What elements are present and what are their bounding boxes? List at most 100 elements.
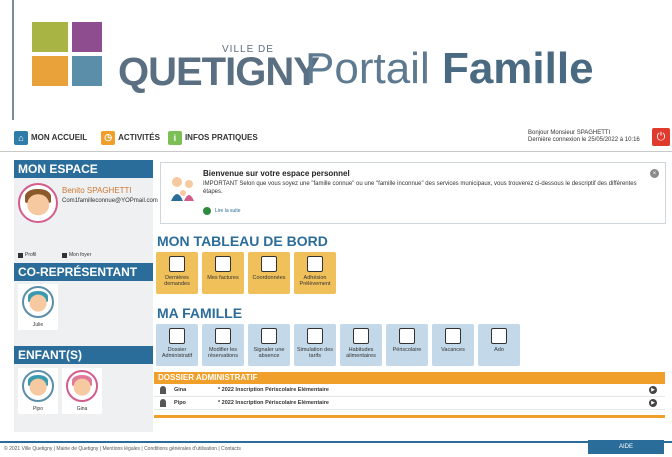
ball-icon <box>491 328 507 344</box>
tile-label: Simulation des tarifs <box>296 347 334 359</box>
euro-document-icon <box>307 256 323 272</box>
tile-dossier-administratif[interactable]: Dossier Administratif <box>156 324 198 366</box>
dossier-administratif-panel: DOSSIER ADMINISTRATIF Gina * 2022 Inscri… <box>154 372 665 418</box>
greeting-text: Bonjour Monsieur SPAGHETTI <box>528 130 611 136</box>
power-icon: ⏻ <box>656 130 666 143</box>
table-row[interactable]: Gina * 2022 Inscription Périscolaire Elé… <box>154 384 665 397</box>
fork-knife-icon <box>353 328 369 344</box>
tile-periscolaire[interactable]: Périscolaire <box>386 324 428 366</box>
welcome-panel: Bienvenue sur votre espace personnel IMP… <box>160 162 666 224</box>
read-more-link[interactable]: Lire la suite <box>203 207 241 215</box>
last-login-text: Dernière connexion le 25/05/2022 à 10:16 <box>528 137 640 143</box>
footer-links[interactable]: © 2021 Ville Quetigny | Mairie de Quetig… <box>4 446 241 452</box>
dossier-title: DOSSIER ADMINISTRATIF <box>154 372 665 384</box>
child-avatar <box>22 370 54 402</box>
nav-mon-accueil[interactable]: ⌂ MON ACCUEIL <box>14 130 88 145</box>
foyer-link[interactable]: Mon foyer <box>62 252 91 258</box>
tile-label: Mes factures <box>207 275 239 281</box>
euro-icon <box>215 256 231 272</box>
page: VILLE DE QUETIGNY Portail Famille ⌂ MON … <box>0 0 672 457</box>
co-representant-heading: CO-REPRÉSENTANT <box>14 263 153 281</box>
tile-habitudes-alimentaires[interactable]: Habitudes alimentaires <box>340 324 382 366</box>
tile-label: Habitudes alimentaires <box>346 347 376 359</box>
profil-label: Profil <box>25 252 37 258</box>
tile-coordonnees[interactable]: Coordonnées <box>248 252 290 294</box>
child-card-gina[interactable]: Gina <box>62 368 102 414</box>
tile-label: Coordonnées <box>252 275 286 281</box>
folder-icon <box>169 328 185 344</box>
tile-label: Dossier Administratif <box>161 347 193 359</box>
tile-label: Adhésion Prélèvement <box>299 275 331 287</box>
logo-city-name: QUETIGNY <box>118 50 320 94</box>
clock-icon: ◷ <box>101 130 116 145</box>
tile-label: Dernières demandes <box>164 275 190 287</box>
tile-modifier-reservations[interactable]: Modifier les réservations <box>202 324 244 366</box>
arrow-right-icon[interactable]: ▶ <box>649 399 657 407</box>
profil-link[interactable]: Profil <box>18 252 36 258</box>
user-name: Benito SPAGHETTI <box>62 186 132 195</box>
tile-simulation-tarifs[interactable]: Simulation des tarifs <box>294 324 336 366</box>
tile-label: Périscolaire <box>392 347 422 353</box>
tile-signaler-absence[interactable]: Signaler une absence <box>248 324 290 366</box>
welcome-text: IMPORTANT Selon que vous soyez une "fami… <box>203 181 637 195</box>
user-email: Com1familleconnue@YOPmail.com <box>62 198 158 204</box>
read-more-label: Lire la suite <box>215 208 241 214</box>
welcome-title: Bienvenue sur votre espace personnel <box>203 169 350 178</box>
nav-activites[interactable]: ◷ ACTIVITÉS <box>101 130 160 145</box>
person-icon <box>160 386 166 394</box>
tile-mes-factures[interactable]: Mes factures <box>202 252 244 294</box>
beach-icon <box>445 328 461 344</box>
portal-title-portail: Portail <box>305 44 430 93</box>
calculator-icon <box>307 328 323 344</box>
logout-button[interactable]: ⏻ <box>652 128 670 146</box>
document-icon <box>169 256 185 272</box>
child-avatar <box>66 370 98 402</box>
books-icon <box>399 328 415 344</box>
co-representant-card[interactable]: Julie <box>18 284 58 330</box>
clock-icon <box>215 328 231 344</box>
tile-adhesion-prelevement[interactable]: Adhésion Prélèvement <box>294 252 336 294</box>
child-name: Gina <box>76 406 88 412</box>
nav-infos-pratiques-label: INFOS PRATIQUES <box>184 133 258 142</box>
row-child: Gina <box>174 387 187 393</box>
co-representant-avatar <box>22 286 54 318</box>
family-illustration-icon <box>167 173 199 205</box>
row-child: Pipo <box>174 400 186 406</box>
row-label: * 2022 Inscription Périscolaire Elémenta… <box>218 400 329 406</box>
famille-title: MA FAMILLE <box>157 305 243 321</box>
arrow-right-icon[interactable]: ▶ <box>649 386 657 394</box>
tile-ado[interactable]: Ado <box>478 324 520 366</box>
tile-vacances[interactable]: Vacances <box>432 324 474 366</box>
tile-label: Signaler une absence <box>253 347 285 359</box>
child-card-pipo[interactable]: Pipo <box>18 368 58 414</box>
row-label: * 2022 Inscription Périscolaire Elémenta… <box>218 387 329 393</box>
nav-activites-label: ACTIVITÉS <box>118 133 160 142</box>
aide-button[interactable]: AIDE <box>588 440 664 454</box>
user-greeting: Bonjour Monsieur SPAGHETTI Dernière conn… <box>528 130 640 144</box>
footer: © 2021 Ville Quetigny | Mairie de Quetig… <box>0 441 672 457</box>
co-representant-name: Julie <box>32 322 44 328</box>
portal-title-famille: Famille <box>441 44 594 93</box>
user-avatar[interactable] <box>18 183 58 223</box>
child-name: Pipo <box>32 406 43 412</box>
tile-dernieres-demandes[interactable]: Dernières demandes <box>156 252 198 294</box>
person-icon <box>160 399 166 407</box>
close-icon[interactable]: × <box>650 169 659 178</box>
portal-title: Portail Famille <box>305 46 594 92</box>
tile-label: Modifier les réservations <box>208 347 238 359</box>
info-icon: i <box>167 130 182 145</box>
table-row[interactable]: Pipo * 2022 Inscription Périscolaire Elé… <box>154 397 665 410</box>
banner-divider <box>12 0 14 120</box>
enfants-heading: ENFANT(S) <box>14 346 153 364</box>
mon-espace-heading: MON ESPACE <box>14 160 153 178</box>
header-banner: VILLE DE QUETIGNY Portail Famille <box>0 0 672 120</box>
tile-label: Ado <box>494 347 504 353</box>
laptop-icon <box>261 328 277 344</box>
nav-mon-accueil-label: MON ACCUEIL <box>31 133 88 142</box>
sidebar: MON ESPACE Benito SPAGHETTI Com1famillec… <box>14 160 158 432</box>
tile-label: Vacances <box>441 347 465 353</box>
nav-infos-pratiques[interactable]: i INFOS PRATIQUES <box>167 130 258 145</box>
home-grid-icon <box>62 252 67 258</box>
foyer-label: Mon foyer <box>69 252 92 258</box>
contact-card-icon <box>261 256 277 272</box>
